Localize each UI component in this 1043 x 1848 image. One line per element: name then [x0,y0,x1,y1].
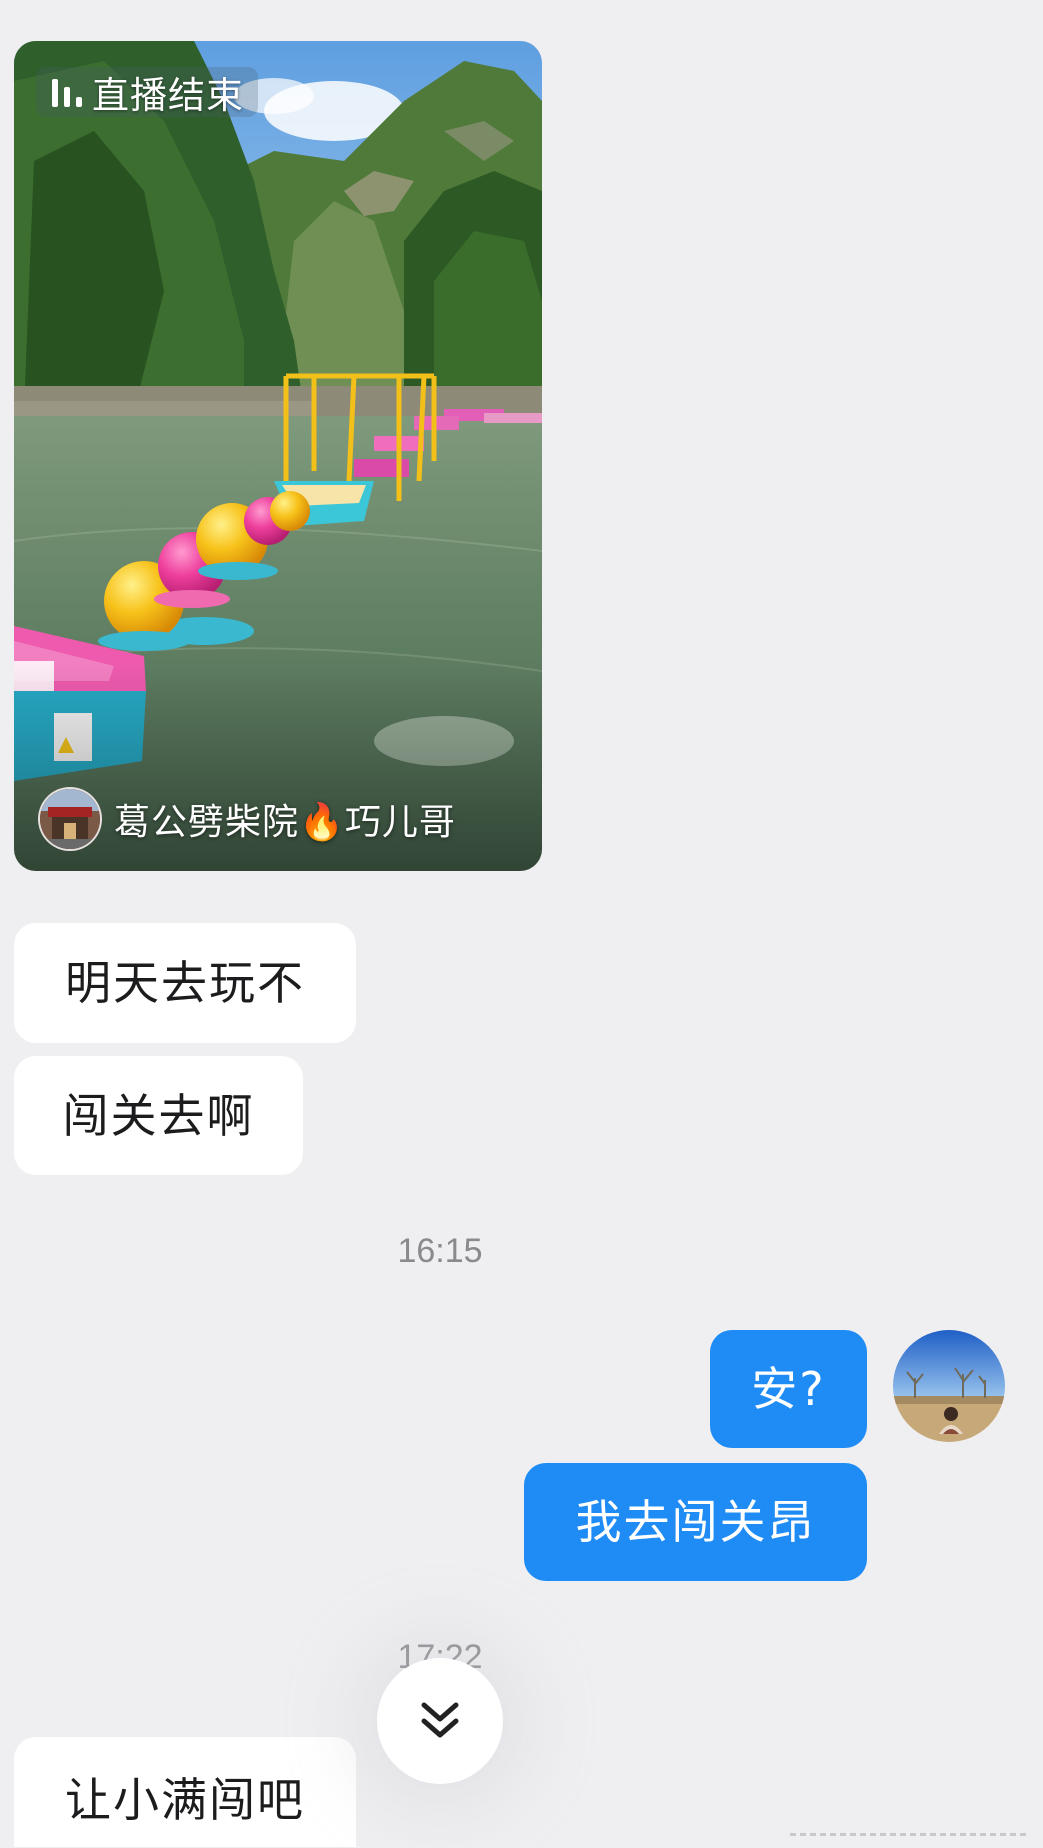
live-status-badge: 直播结束 [36,67,258,117]
host-avatar [38,787,102,851]
outgoing-message-bubble[interactable]: 我去闯关昂 [524,1463,867,1581]
host-name: 葛公劈柴院🔥巧儿哥 [114,802,456,843]
live-stream-cover-image [14,41,542,871]
live-stream-card[interactable]: 直播结束 葛公劈柴院🔥巧儿哥 [14,41,542,871]
chevron-double-down-icon [421,1702,459,1738]
home-indicator [790,1833,1030,1836]
my-avatar[interactable] [893,1330,1005,1442]
stream-host-info: 葛公劈柴院🔥巧儿哥 [38,787,456,851]
message-timestamp: 16:15 [397,1232,483,1270]
incoming-message-bubble[interactable]: 让小满闯吧 [14,1737,356,1847]
outgoing-message-bubble[interactable]: 安? [710,1330,867,1448]
live-status-label: 直播结束 [92,74,244,117]
incoming-message-bubble[interactable]: 闯关去啊 [14,1056,303,1175]
scroll-to-bottom-button[interactable] [377,1658,503,1784]
audio-bars-icon [52,77,82,107]
incoming-message-bubble[interactable]: 明天去玩不 [14,923,356,1043]
